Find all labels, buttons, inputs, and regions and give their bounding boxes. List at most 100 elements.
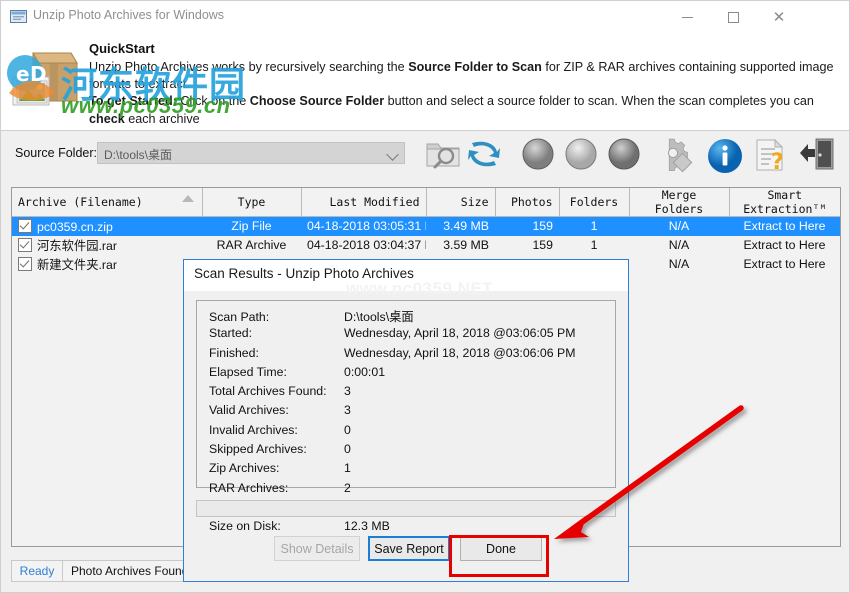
cell-smart-extraction[interactable]: Extract to Here [729, 236, 840, 255]
row-checkbox[interactable] [18, 218, 32, 233]
quickstart-heading: QuickStart [89, 41, 155, 56]
exit-icon[interactable] [799, 137, 835, 171]
stat-row-valid-archives: Valid Archives: 3 [209, 403, 575, 422]
stat-row-skipped-archives: Skipped Archives: 0 [209, 442, 575, 461]
cell-merge-folders: N/A [629, 216, 729, 236]
cell-last-modified: 04-18-2018 03:05:31 PM [301, 216, 426, 236]
cell-filename[interactable]: pc0359.cn.zip [12, 216, 202, 236]
cell-smart-extraction[interactable]: Extract to Here [729, 216, 840, 236]
cell-folders: 1 [590, 238, 598, 252]
stat-key: RAR Archives: [209, 480, 289, 495]
stat-row-started: Started: Wednesday, April 18, 2018 @03:06… [209, 326, 575, 345]
rescan-icon[interactable] [466, 137, 502, 171]
cell-filename[interactable]: 新建文件夹.rar [12, 255, 202, 274]
source-folder-value: D:\tools\桌面 [104, 148, 173, 162]
close-button[interactable]: ✕ [756, 1, 802, 33]
column-header-archive-filename[interactable]: Archive (Filename) [12, 188, 203, 217]
settings-gear-icon[interactable] [657, 137, 695, 173]
scan-results-dialog: Scan Results - Unzip Photo Archives Scan… [183, 259, 629, 582]
stat-row-rar-archives: RAR Archives: 2 [209, 481, 575, 500]
qs-line2-c: Choose Source Folder [249, 94, 385, 109]
stat-key: Skipped Archives: [209, 442, 307, 457]
minimize-icon [681, 16, 693, 18]
cell-filename[interactable]: 河东软件园.rar [12, 236, 202, 255]
info-icon[interactable] [706, 137, 744, 175]
cell-folders: 1 [559, 216, 629, 236]
choose-source-folder-icon[interactable] [425, 137, 461, 171]
dialog-title-bar: Scan Results - Unzip Photo Archives [184, 260, 628, 291]
qs-line1-b: Source Folder to Scan [408, 60, 542, 74]
column-label: Archive (Filename) [18, 195, 143, 209]
row-checkbox[interactable] [18, 238, 32, 252]
minimize-button[interactable] [664, 1, 710, 33]
cell-smart-extraction[interactable]: Extract to Here [729, 255, 840, 274]
stat-row-elapsed-time: Elapsed Time: 0:00:01 [209, 365, 575, 384]
cell-photos: 159 [532, 238, 553, 252]
quickstart-body: Unzip Photo Archives works by recursivel… [89, 59, 839, 130]
stat-value: 0 [344, 422, 351, 437]
qs-line2-d: button and select a source folder to sca… [384, 94, 814, 109]
app-icon [10, 10, 27, 23]
stat-key: Finished: [209, 345, 259, 360]
stat-value: Wednesday, April 18, 2018 @03:06:05 PM [344, 326, 576, 341]
table-row[interactable]: 河东软件园.rar RAR Archive 04-18-2018 03:04:3… [12, 236, 840, 255]
cell-size: 3.49 MB [426, 216, 495, 236]
maximize-button[interactable] [710, 1, 756, 33]
photo-archive-illustration-icon [12, 52, 78, 106]
stat-row-finished: Finished: Wednesday, April 18, 2018 @03:0… [209, 346, 575, 365]
stat-value: 3 [344, 384, 351, 399]
cell-merge-folders: N/A [668, 238, 690, 252]
sort-ascending-icon [181, 195, 194, 202]
stat-key: Started: [209, 326, 253, 341]
stat-value: 0 [344, 442, 351, 457]
stat-row-scan-path: Scan Path: D:\tools\桌面 [209, 307, 575, 326]
stat-key: Elapsed Time: [209, 364, 287, 379]
stat-value: 1 [344, 461, 351, 476]
column-header-size[interactable]: Size [426, 188, 496, 217]
cell-size: 3.59 MB [443, 238, 489, 252]
status-lamp-2-icon[interactable] [564, 137, 598, 171]
cell-type: RAR Archive [216, 238, 287, 252]
stat-key: Valid Archives: [209, 403, 289, 418]
filename-text: 新建文件夹.rar [37, 258, 117, 272]
qs-line2-e: check [89, 111, 125, 126]
status-state: Ready [11, 560, 63, 582]
column-header-smart-extraction[interactable]: Smart Extractionᵀᴹ [729, 188, 840, 217]
column-header-folders[interactable]: Folders [559, 188, 630, 217]
svg-text:?: ? [771, 150, 784, 173]
status-lamp-3-icon[interactable] [607, 137, 641, 171]
source-folder-label: Source Folder: [15, 146, 97, 160]
column-header-photos[interactable]: Photos [495, 188, 560, 217]
cell-merge-folders: N/A [668, 257, 690, 271]
table-header-row: Archive (Filename) Type Last Modified Si… [12, 188, 840, 217]
status-lamp-1-icon[interactable] [521, 137, 555, 171]
stat-value: 3 [344, 403, 351, 418]
quickstart-panel: QuickStart Unzip Photo Archives works by… [1, 33, 849, 131]
stat-key: Invalid Archives: [209, 422, 298, 437]
stat-key: Size on Disk: [209, 519, 281, 534]
column-header-last-modified[interactable]: Last Modified [301, 188, 427, 217]
show-details-button[interactable]: Show Details [274, 536, 360, 561]
done-button-highlight-box [449, 535, 549, 577]
application-window: Unzip Photo Archives for Windows ✕ Quick… [0, 0, 850, 593]
column-header-merge-folders[interactable]: Merge Folders [629, 188, 730, 217]
qs-line2-f: each archive [124, 111, 200, 126]
dialog-title: Scan Results - Unzip Photo Archives [194, 266, 414, 281]
row-checkbox[interactable] [18, 257, 32, 271]
stat-row-total-archives-found: Total Archives Found: 3 [209, 384, 575, 403]
save-report-button[interactable]: Save Report [368, 536, 450, 561]
table-row[interactable]: pc0359.cn.zip Zip File 04-18-2018 03:05:… [12, 216, 840, 236]
stat-key: Zip Archives: [209, 461, 280, 476]
source-folder-combobox[interactable]: D:\tools\桌面 [97, 142, 405, 164]
close-icon: ✕ [772, 8, 786, 26]
cell-photos: 159 [495, 216, 559, 236]
cell-last-modified: 04-18-2018 03:04:37 PM [307, 238, 426, 252]
scan-statistics-group: Scan Path: D:\tools\桌面 Started: Wednesday,… [196, 300, 616, 533]
stat-key: Total Archives Found: [209, 384, 327, 399]
column-header-type[interactable]: Type [202, 188, 302, 217]
stat-row-invalid-archives: Invalid Archives: 0 [209, 423, 575, 442]
maximize-icon [727, 11, 739, 23]
title-bar: Unzip Photo Archives for Windows ✕ [1, 1, 849, 33]
stat-value: 2 [344, 480, 351, 495]
help-icon[interactable]: ? [753, 137, 789, 173]
